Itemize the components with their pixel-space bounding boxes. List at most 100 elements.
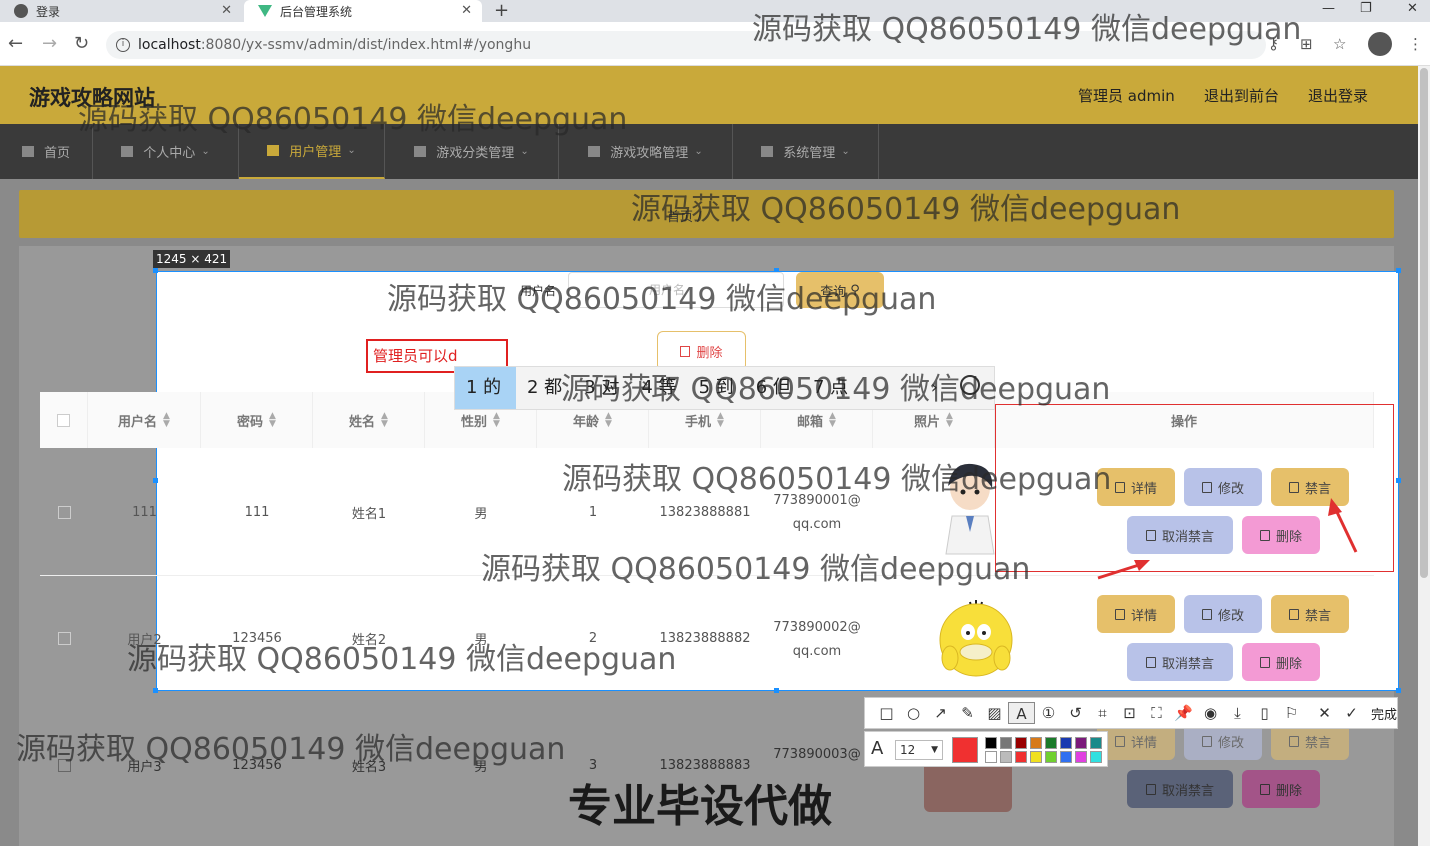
phone-icon[interactable]: ▯ bbox=[1251, 702, 1278, 724]
mosaic-tool-icon[interactable]: ▨ bbox=[981, 702, 1008, 724]
watermark: 源码获取 QQ86050149 微信deepguan bbox=[481, 552, 1031, 587]
color-swatch[interactable] bbox=[1045, 737, 1057, 749]
cell-password: 111 bbox=[244, 504, 270, 520]
chevron-down-icon: ⌄ bbox=[520, 146, 529, 157]
ocr-icon[interactable]: ⊡ bbox=[1116, 702, 1143, 724]
forward-arrow-icon[interactable]: → bbox=[42, 34, 57, 54]
color-swatch[interactable] bbox=[1030, 737, 1042, 749]
close-icon[interactable]: ✕ bbox=[221, 3, 232, 18]
check-icon[interactable]: ✓ bbox=[1338, 702, 1365, 724]
star-icon[interactable]: ☆ bbox=[1333, 36, 1346, 52]
resize-handle[interactable] bbox=[1396, 478, 1401, 483]
resize-handle[interactable] bbox=[153, 268, 158, 273]
back-to-frontend-link[interactable]: 退出到前台 bbox=[1204, 85, 1279, 106]
sort-icon[interactable]: ▲ ▼ bbox=[829, 412, 836, 429]
user-icon bbox=[121, 146, 134, 157]
pin-icon[interactable]: 📌 bbox=[1170, 702, 1197, 724]
button-label: 修改 bbox=[1217, 735, 1244, 751]
menu-dots-icon[interactable]: ⋮ bbox=[1408, 36, 1423, 52]
done-button[interactable]: 完成 bbox=[1371, 704, 1397, 723]
sort-icon[interactable]: ▲ ▼ bbox=[605, 412, 612, 429]
select-all-checkbox[interactable] bbox=[40, 392, 88, 448]
delete-button[interactable]: 删除 bbox=[1242, 770, 1320, 808]
col-password[interactable]: 密码 ▲ ▼ bbox=[201, 392, 313, 448]
sort-icon[interactable]: ▲ ▼ bbox=[946, 412, 953, 429]
color-swatch[interactable] bbox=[1000, 751, 1012, 763]
font-size-select[interactable]: 12 ▼ bbox=[895, 740, 943, 760]
book-icon bbox=[414, 146, 427, 157]
arrow-tool-icon[interactable]: ↗ bbox=[927, 702, 954, 724]
url-path: :8080/yx-ssmv/admin/dist/index.html#/yon… bbox=[200, 37, 532, 53]
color-swatch[interactable] bbox=[985, 737, 997, 749]
sort-icon[interactable]: ▲ ▼ bbox=[493, 412, 500, 429]
row-checkbox[interactable] bbox=[40, 576, 88, 700]
resize-handle[interactable] bbox=[1396, 688, 1401, 693]
sort-icon[interactable]: ▲ ▼ bbox=[163, 412, 170, 429]
browser-tab-admin[interactable]: 后台管理系统 ✕ bbox=[244, 0, 482, 22]
watermark: 源码获取 QQ86050149 微信deepguan bbox=[78, 102, 628, 137]
new-tab-button[interactable]: + bbox=[494, 0, 509, 22]
color-swatch[interactable] bbox=[1075, 737, 1087, 749]
color-swatch[interactable] bbox=[1090, 751, 1102, 763]
number-tool-icon[interactable]: ① bbox=[1035, 702, 1062, 724]
color-swatch[interactable] bbox=[1060, 737, 1072, 749]
ban-button[interactable]: 禁言 bbox=[1271, 595, 1349, 633]
sort-icon[interactable]: ▲ ▼ bbox=[381, 412, 388, 429]
browser-tab-login[interactable]: 登录 ✕ bbox=[0, 0, 242, 22]
col-username[interactable]: 用户名 ▲ ▼ bbox=[88, 392, 201, 448]
scrollbar-thumb[interactable] bbox=[1420, 68, 1428, 578]
reload-icon[interactable]: ↻ bbox=[74, 34, 89, 54]
sort-icon[interactable]: ▲ ▼ bbox=[717, 412, 724, 429]
window-close-icon[interactable]: ✕ bbox=[1407, 0, 1418, 18]
download-icon[interactable]: ⤓ bbox=[1224, 702, 1251, 724]
col-name[interactable]: 姓名 ▲ ▼ bbox=[313, 392, 425, 448]
resize-handle[interactable] bbox=[774, 688, 779, 693]
page-scrollbar[interactable] bbox=[1418, 66, 1430, 846]
bottom-banner: 专业毕设代做 bbox=[568, 781, 832, 832]
resize-handle[interactable] bbox=[1396, 268, 1401, 273]
cancel-icon[interactable]: ✕ bbox=[1311, 702, 1338, 724]
translate-icon[interactable]: ⊞ bbox=[1300, 36, 1313, 52]
text-tool-icon[interactable]: A bbox=[1008, 702, 1035, 724]
selection-size-label: 1245 × 421 bbox=[153, 250, 231, 268]
restore-icon[interactable]: ❐ bbox=[1360, 0, 1372, 18]
color-swatch[interactable] bbox=[1000, 737, 1012, 749]
ime-candidate[interactable]: 1 的 bbox=[455, 367, 516, 409]
header-label: 年龄 bbox=[573, 414, 600, 430]
color-swatch[interactable] bbox=[985, 751, 997, 763]
ellipse-tool-icon[interactable]: ○ bbox=[900, 702, 927, 724]
sort-icon[interactable]: ▲ ▼ bbox=[269, 412, 276, 429]
rectangle-tool-icon[interactable]: □ bbox=[873, 702, 900, 724]
crop-icon[interactable]: ⌗ bbox=[1089, 702, 1116, 724]
back-arrow-icon[interactable]: ← bbox=[8, 34, 23, 54]
undo-icon[interactable]: ↺ bbox=[1062, 702, 1089, 724]
profile-avatar-icon[interactable] bbox=[1368, 32, 1392, 56]
current-color-swatch[interactable] bbox=[952, 737, 978, 763]
bookmark-icon[interactable]: ⚐ bbox=[1278, 702, 1305, 724]
minimize-icon[interactable]: — bbox=[1322, 0, 1335, 18]
nav-system[interactable]: 系统管理 ⌄ bbox=[733, 124, 879, 179]
screen-recognize-icon[interactable]: ⛶ bbox=[1143, 702, 1170, 724]
detail-button[interactable]: 详情 bbox=[1097, 595, 1175, 633]
color-swatch[interactable] bbox=[1045, 751, 1057, 763]
color-swatch[interactable] bbox=[1060, 751, 1072, 763]
info-icon[interactable]: i bbox=[116, 38, 130, 52]
unban-button[interactable]: 取消禁言 bbox=[1127, 643, 1233, 681]
edit-button[interactable]: 修改 bbox=[1184, 595, 1262, 633]
row-checkbox[interactable] bbox=[40, 449, 88, 575]
trash-icon bbox=[1259, 783, 1270, 795]
pen-tool-icon[interactable]: ✎ bbox=[954, 702, 981, 724]
color-swatch[interactable] bbox=[1030, 751, 1042, 763]
color-swatch[interactable] bbox=[1015, 751, 1027, 763]
color-swatch[interactable] bbox=[1015, 737, 1027, 749]
delete-button[interactable]: 删除 bbox=[1242, 643, 1320, 681]
logout-link[interactable]: 退出登录 bbox=[1308, 85, 1368, 106]
header-label: 性别 bbox=[461, 414, 488, 430]
close-icon[interactable]: ✕ bbox=[461, 3, 472, 18]
button-label: 禁言 bbox=[1304, 608, 1331, 624]
unban-button[interactable]: 取消禁言 bbox=[1127, 770, 1233, 808]
chevron-down-icon: ⌄ bbox=[694, 146, 703, 157]
color-swatch[interactable] bbox=[1075, 751, 1087, 763]
color-swatch[interactable] bbox=[1090, 737, 1102, 749]
record-icon[interactable]: ◉ bbox=[1197, 702, 1224, 724]
